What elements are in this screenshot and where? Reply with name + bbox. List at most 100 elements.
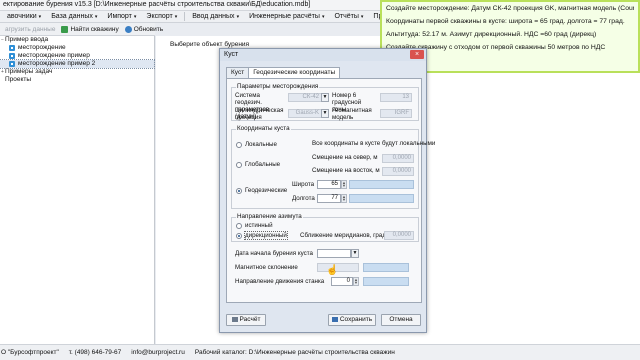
tree-item[interactable]: месторождение пример 2 [0, 59, 155, 69]
local-label: Локальные [245, 141, 277, 148]
unload-data-label: агрузить данные [5, 25, 56, 33]
status-workdir: Рабочий каталог: D:\Инженерные расчёты с… [194, 349, 395, 356]
rig-direction-dms-field[interactable] [363, 277, 409, 286]
note-line: Создайте месторождение: Датум СК-42 прое… [386, 5, 634, 12]
latitude-spinner[interactable]: ▲ ▼ [341, 180, 347, 189]
geodetic-radio[interactable] [236, 188, 242, 194]
longitude-field[interactable]: 77 [317, 194, 341, 203]
field-node-icon [9, 61, 15, 67]
calculate-button[interactable]: Расчёт [226, 314, 266, 326]
azimuth-direction-title: Направление азимута [236, 213, 303, 220]
convergence-label: Сближение меридианов, град [300, 232, 386, 239]
chevron-down-icon: ▾ [38, 14, 42, 20]
grid-azimuth-radio[interactable] [236, 233, 242, 239]
latitude-dms-field[interactable] [349, 180, 414, 189]
rig-direction-spinner[interactable]: ▲ ▼ [353, 277, 359, 286]
magnetic-declination-dms-field[interactable] [363, 263, 409, 272]
projection-field[interactable]: Gauss-K [288, 109, 322, 118]
menu-item[interactable]: авочники ▾ [2, 13, 46, 20]
tree-item-label: месторождение [18, 44, 66, 51]
tree-item-label: Пример ввода [5, 36, 49, 43]
global-radio[interactable] [236, 162, 242, 168]
local-radio[interactable] [236, 142, 242, 148]
true-azimuth-label: истинный [245, 222, 273, 229]
menu-item[interactable]: Отчёты ▾ [329, 13, 368, 20]
field-node-icon [9, 45, 15, 51]
east-offset-label: Смещение на восток, м [312, 167, 380, 174]
calculator-icon [231, 316, 238, 322]
longitude-dms-field[interactable] [349, 194, 414, 203]
menu-item[interactable]: Ввод данных ▾ [187, 13, 244, 20]
chevron-down-icon: ▾ [133, 14, 137, 20]
close-icon[interactable]: × [410, 50, 424, 59]
calculate-label: Расчёт [239, 316, 261, 323]
note-line: Координаты первой скважины в кусте: широ… [386, 18, 625, 25]
tree-item[interactable]: + Примеры задач [0, 68, 154, 76]
find-well-label: Найти скважину [70, 25, 119, 33]
menu-item-label: Ввод данных [192, 13, 235, 20]
tree-item[interactable]: − Пример ввода [0, 36, 154, 44]
menu-item[interactable]: Импорт ▾ [102, 13, 141, 20]
magnetic-declination-label: Магнитное склонение [235, 264, 298, 271]
rig-direction-label: Направление движения станка [235, 278, 325, 285]
status-phone: т. (498) 646-79-67 [68, 349, 122, 356]
toolbar: агрузить данные Найти скважину Обновить [0, 23, 163, 36]
geodetic-panel: Параметры месторождения Система геодезич… [226, 78, 435, 303]
menu-item-label: Инженерные расчёты [249, 13, 320, 20]
menu-item[interactable]: Экспорт ▾ [141, 13, 182, 20]
azimuth-direction-group: Направление азимута истинный дирекционны… [231, 213, 419, 242]
field-params-title: Параметры месторождения [236, 83, 320, 90]
convergence-field[interactable]: 0,0000 [384, 231, 414, 240]
north-offset-field[interactable]: 0,0000 [382, 154, 414, 163]
start-date-label: Дата начала бурения куста [235, 250, 313, 257]
east-offset-field[interactable]: 0,0000 [382, 167, 414, 176]
start-date-field[interactable] [317, 249, 351, 258]
tree-item-label: месторождение пример [18, 52, 90, 59]
menu-item[interactable]: База данных ▾ [46, 13, 102, 20]
geomag-label: Геомагнитная модель [332, 107, 372, 121]
local-hint: Все координаты в кусте будут локальными [312, 140, 436, 147]
tree-item[interactable]: Проекты [0, 76, 154, 84]
refresh-button[interactable]: Обновить [122, 25, 166, 33]
north-offset-label: Смещение на север, м [312, 154, 378, 161]
pad-dialog: Куст × Куст Геодезические координаты Пар… [219, 48, 435, 333]
tree-item-label: Проекты [5, 76, 32, 83]
latitude-field[interactable]: 65 [317, 180, 341, 189]
tree-item[interactable]: месторождение [0, 44, 154, 52]
projection-dropdown[interactable]: ▼ [321, 109, 329, 118]
status-email: info@burproject.ru [131, 349, 185, 356]
datum-field[interactable]: СК-42 [288, 93, 322, 102]
chevron-down-icon: ▾ [94, 14, 98, 20]
menu-item-label: База данных [51, 13, 93, 20]
pad-coords-title: Координаты куста [236, 125, 291, 132]
chevron-down-icon: ▼ [322, 94, 328, 100]
cancel-button[interactable]: Отмена [381, 314, 421, 326]
zone-field[interactable]: 13 [380, 93, 412, 102]
pad-coords-group: Координаты куста Локальные Все координат… [231, 125, 435, 209]
chevron-down-icon: ▾ [236, 14, 240, 20]
latitude-label: Широта [292, 181, 315, 188]
chevron-down-icon: ▾ [321, 14, 325, 20]
field-params-group: Параметры месторождения Система геодезич… [231, 83, 419, 121]
true-azimuth-radio[interactable] [236, 223, 242, 229]
save-button[interactable]: Сохранить [328, 314, 376, 326]
tree-item[interactable]: месторождение пример [0, 52, 154, 60]
longitude-spinner[interactable]: ▲ ▼ [341, 194, 347, 203]
save-label: Сохранить [339, 316, 373, 323]
mouse-cursor: ☝ [326, 265, 339, 276]
unload-data-button[interactable]: агрузить данные [2, 26, 58, 33]
tree-item-label: месторождение пример 2 [18, 60, 96, 67]
grid-azimuth-label: дирекционный [244, 231, 288, 240]
find-well-button[interactable]: Найти скважину [58, 25, 121, 33]
datum-dropdown[interactable]: ▼ [321, 93, 329, 102]
start-date-dropdown[interactable]: ▼ [351, 249, 359, 258]
dialog-titlebar: Куст × [220, 49, 426, 61]
rig-direction-field[interactable]: 0 [331, 277, 353, 286]
chevron-down-icon: ▼ [322, 110, 328, 116]
tree-item-label: Примеры задач [5, 68, 53, 75]
geomag-field[interactable]: IGRF [380, 109, 412, 118]
menu-item[interactable]: Инженерные расчёты ▾ [244, 13, 329, 20]
menu-item-label: Экспорт [146, 13, 173, 20]
tab-pad[interactable]: Куст [226, 67, 250, 78]
status-bar: О "Бурсофтпроект" т. (498) 646-79-67 inf… [0, 344, 640, 360]
